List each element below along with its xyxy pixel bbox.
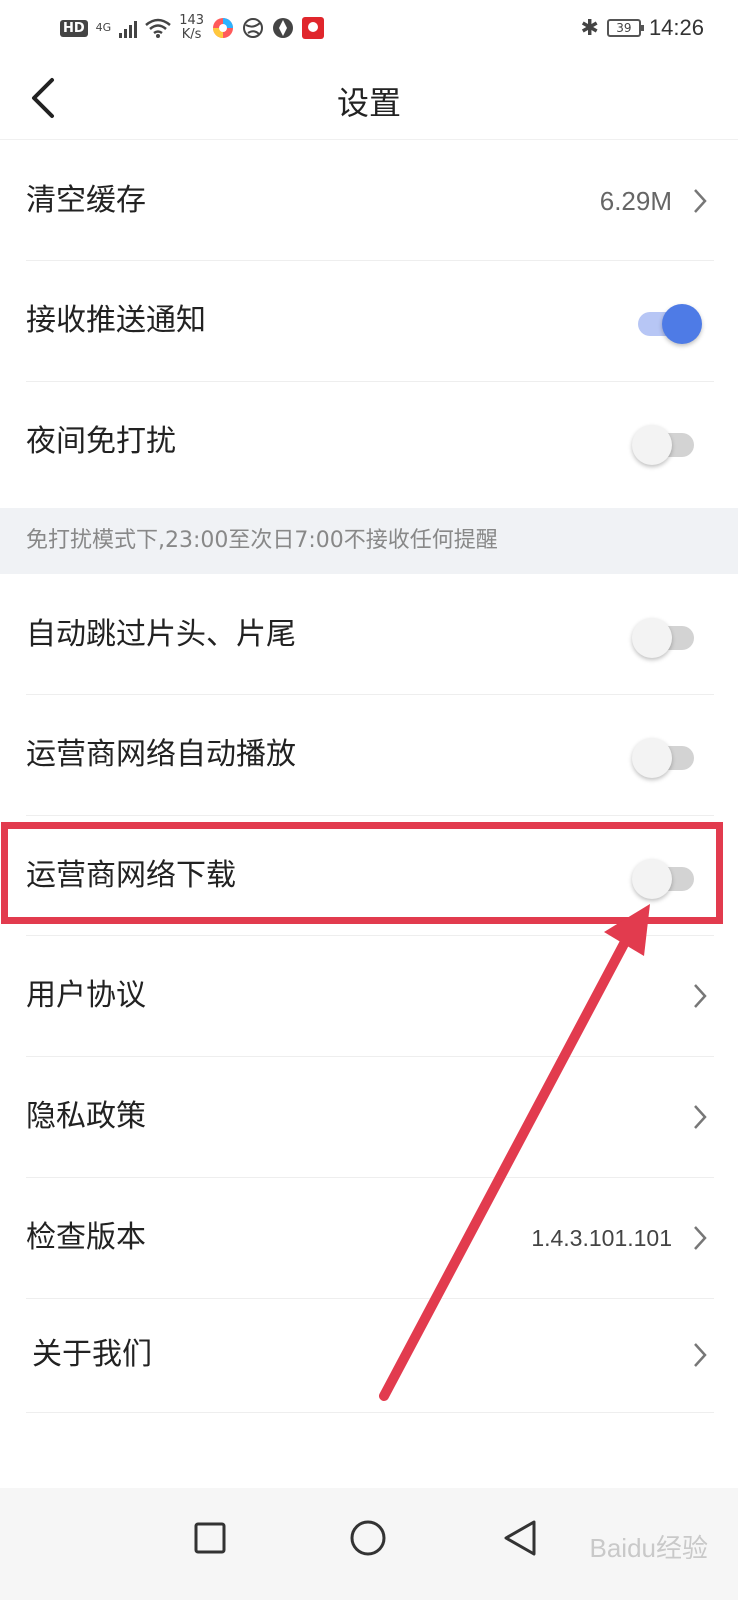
- clear-cache-row[interactable]: 清空缓存 6.29M: [0, 140, 738, 262]
- recent-apps-icon[interactable]: [180, 1508, 240, 1568]
- auto-skip-toggle[interactable]: [632, 618, 694, 658]
- globe-icon: [243, 18, 264, 38]
- back-triangle-icon[interactable]: [492, 1508, 552, 1568]
- aperture-icon: [273, 18, 294, 38]
- night-dnd-row: 夜间免打扰: [0, 381, 738, 503]
- clock: 14:26: [648, 15, 704, 40]
- user-agreement-row[interactable]: 用户协议: [0, 935, 738, 1057]
- home-circle-icon[interactable]: [338, 1508, 398, 1568]
- chevron-right-icon: [694, 189, 707, 213]
- watermark-logo: Baidu经验: [589, 1533, 709, 1563]
- dnd-note-section: 免打扰模式下,23:00至次日7:00不接收任何提醒: [0, 508, 738, 574]
- privacy-policy-row[interactable]: 隐私政策: [0, 1056, 738, 1178]
- chevron-right-icon: [694, 1105, 707, 1129]
- status-bar-left: HD 4G 143 K/s: [60, 10, 325, 46]
- app-badge-icon: [302, 17, 325, 39]
- page-title: 设置: [336, 84, 401, 122]
- night-dnd-toggle[interactable]: [632, 425, 694, 465]
- check-version-label: 检查版本: [26, 1220, 146, 1255]
- version-value: 1.4.3.101.101: [531, 1225, 672, 1251]
- privacy-policy-label: 隐私政策: [26, 1099, 146, 1134]
- annotation-highlight-box: [1, 822, 723, 924]
- night-dnd-label: 夜间免打扰: [26, 424, 176, 459]
- cache-size-value: 6.29M: [599, 186, 672, 216]
- wifi-icon: [145, 18, 172, 38]
- page-header: 设置: [0, 56, 738, 140]
- network-speed-unit: K/s: [181, 27, 202, 42]
- carrier-autoplay-toggle[interactable]: [632, 738, 694, 778]
- carrier-autoplay-label: 运营商网络自动播放: [26, 737, 296, 772]
- signal-icon: [119, 18, 138, 38]
- user-agreement-label: 用户协议: [26, 978, 146, 1013]
- about-us-label: 关于我们: [32, 1337, 152, 1372]
- bluetooth-icon: ✱: [580, 15, 599, 41]
- chevron-right-icon: [694, 984, 707, 1008]
- about-us-row[interactable]: 关于我们: [0, 1298, 738, 1412]
- clear-cache-label: 清空缓存: [26, 183, 146, 218]
- auto-skip-row: 自动跳过片头、片尾: [0, 574, 738, 696]
- network-speed-value: 143: [179, 13, 205, 28]
- network-speed: 143 K/s: [179, 14, 204, 42]
- status-bar-right: ✱ 39 14:26: [581, 10, 705, 46]
- push-notification-label: 接收推送通知: [26, 303, 206, 338]
- network-type: 4G: [95, 21, 112, 34]
- system-nav-bar: Baidu经验: [0, 1488, 738, 1600]
- divider: [26, 1412, 714, 1413]
- battery-icon: 39: [606, 19, 644, 37]
- app-notification-icon: [213, 18, 234, 38]
- push-notification-row: 接收推送通知: [0, 260, 738, 382]
- check-version-row[interactable]: 检查版本 1.4.3.101.101: [0, 1177, 738, 1299]
- carrier-autoplay-row: 运营商网络自动播放: [0, 694, 738, 816]
- chevron-right-icon: [694, 1343, 707, 1367]
- status-bar: HD 4G 143 K/s ✱ 39 14:26: [0, 0, 738, 56]
- push-notification-toggle[interactable]: [632, 304, 702, 344]
- hd-icon: HD: [60, 19, 88, 37]
- chevron-right-icon: [694, 1226, 707, 1250]
- auto-skip-label: 自动跳过片头、片尾: [26, 617, 296, 652]
- dnd-note-text: 免打扰模式下,23:00至次日7:00不接收任何提醒: [26, 528, 498, 553]
